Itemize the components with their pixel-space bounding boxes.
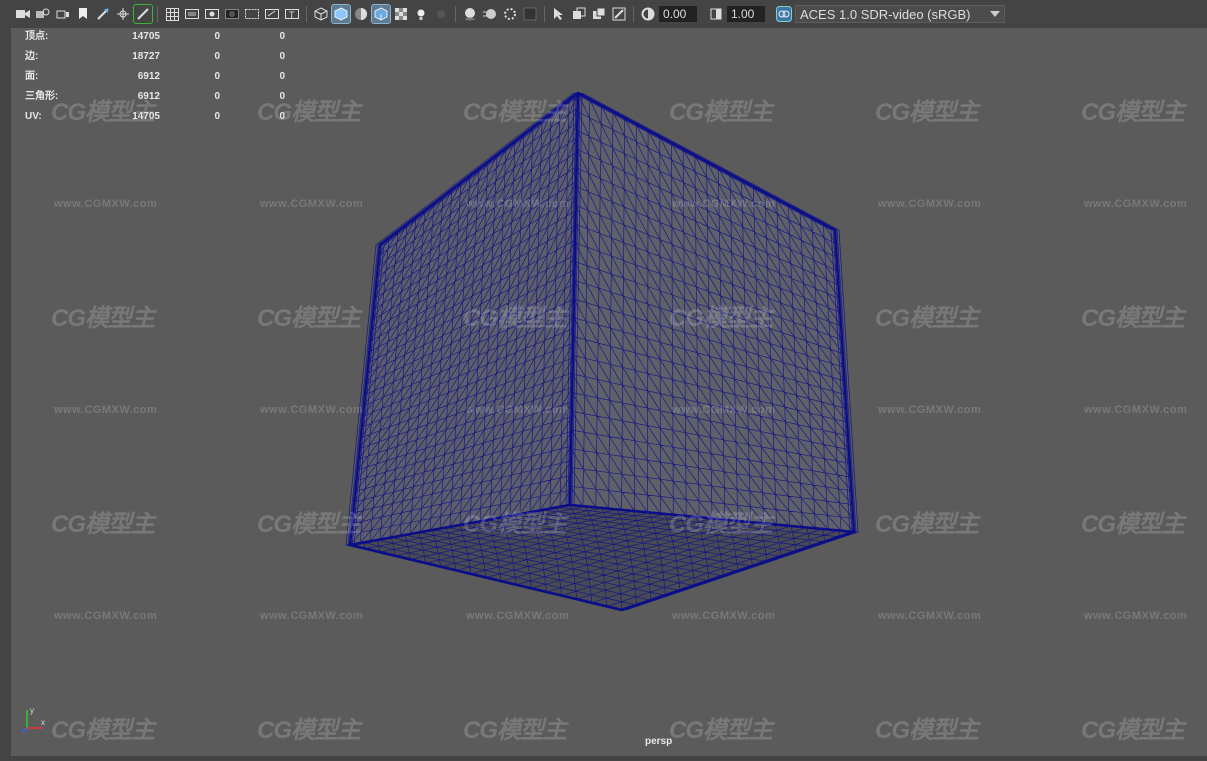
axis-y-label: y	[30, 706, 34, 715]
hud-row: 边: 18727 0 0	[25, 50, 295, 70]
xray-joints-icon[interactable]	[590, 5, 608, 23]
hud-value-total: 6912	[137, 71, 160, 82]
textured-icon[interactable]	[392, 5, 410, 23]
hud-value-selected: 0	[214, 71, 220, 82]
hud-row: 三角形: 6912 0 0	[25, 90, 295, 110]
camera-name-label: persp	[645, 736, 673, 747]
use-all-lights-icon[interactable]	[412, 5, 430, 23]
color-management-icon[interactable]	[775, 5, 793, 23]
hud-value-extra: 0	[279, 91, 285, 102]
default-material-icon[interactable]	[352, 5, 370, 23]
xray-brush-icon[interactable]	[133, 4, 153, 24]
gamma-field[interactable]: 1.00	[727, 6, 765, 22]
anti-aliasing-icon[interactable]	[501, 5, 519, 23]
bookmark-icon[interactable]	[54, 5, 72, 23]
color-space-dropdown[interactable]: ACES 1.0 SDR-video (sRGB)	[795, 5, 1005, 23]
cube-face-left[interactable]	[348, 91, 580, 547]
grid-icon[interactable]	[163, 5, 181, 23]
exposure-field[interactable]: 0.00	[659, 6, 697, 22]
hud-value-total: 14705	[132, 31, 160, 42]
camera-icon[interactable]	[14, 5, 32, 23]
toolbar-separator	[157, 6, 158, 22]
hud-label: 三角形:	[25, 91, 59, 102]
toolbar-separator	[306, 6, 307, 22]
xray-icon[interactable]	[570, 5, 588, 23]
toolbar-separator	[455, 6, 456, 22]
toolbar-separator	[544, 6, 545, 22]
smooth-shade-icon[interactable]	[331, 4, 351, 24]
field-chart-icon[interactable]	[243, 5, 261, 23]
hud-value-total: 6912	[137, 91, 160, 102]
hud-label: 面:	[25, 71, 39, 82]
cube-face-right[interactable]	[568, 91, 856, 534]
isolate-select-icon[interactable]	[550, 5, 568, 23]
gamma-icon[interactable]	[707, 5, 725, 23]
hud-value-selected: 0	[214, 111, 220, 122]
motion-blur-icon[interactable]	[481, 5, 499, 23]
image-plane-icon[interactable]	[74, 5, 92, 23]
hud-label: 边:	[25, 51, 39, 62]
depth-of-field-icon[interactable]	[521, 5, 539, 23]
hud-value-selected: 0	[214, 51, 220, 62]
gate-mask-icon[interactable]	[223, 5, 241, 23]
view-axis-indicator: y x	[19, 704, 49, 739]
grease-pencil-icon[interactable]	[114, 5, 132, 23]
hud-label: 顶点:	[25, 31, 49, 42]
safe-action-icon[interactable]	[263, 5, 281, 23]
hud-label: UV:	[25, 111, 42, 122]
maya-viewport-panel: T 0.00 1.00 ACES 1.0 SDR-video (sRGB) CG…	[0, 0, 1207, 761]
hud-value-selected: 0	[214, 31, 220, 42]
hud-row: UV: 14705 0 0	[25, 110, 295, 130]
panel-left-border	[0, 28, 11, 761]
resolution-gate-icon[interactable]	[203, 5, 221, 23]
color-space-value: ACES 1.0 SDR-video (sRGB)	[800, 6, 971, 22]
chevron-down-icon[interactable]	[990, 11, 1000, 17]
poly-count-hud: 顶点: 14705 0 0 边: 18727 0 0 面: 6912 0 0 三角形: 6912 0 0 UV:…	[25, 30, 295, 130]
viewport-toolbar: T 0.00 1.00 ACES 1.0 SDR-video (sRGB)	[0, 0, 1207, 28]
hud-value-total: 18727	[132, 51, 160, 62]
wireframe-cube-mesh[interactable]	[11, 28, 1207, 756]
hud-value-extra: 0	[279, 51, 285, 62]
2d-pan-zoom-icon[interactable]	[94, 5, 112, 23]
shadows-icon[interactable]	[432, 5, 450, 23]
camera-attributes-icon[interactable]	[34, 5, 52, 23]
exposure-icon[interactable]	[639, 5, 657, 23]
hud-value-extra: 0	[279, 31, 285, 42]
svg-text:T: T	[289, 10, 295, 20]
3d-viewport[interactable]: CG模型主 CG模型主 CG模型主 CG模型主 CG模型主 CG模型主 CG模型主 CG模型主…	[11, 28, 1207, 756]
backface-culling-icon[interactable]	[610, 5, 628, 23]
panel-bottom-border	[0, 756, 1207, 761]
toolbar-separator	[633, 6, 634, 22]
hud-row: 面: 6912 0 0	[25, 70, 295, 90]
axis-x-label: x	[41, 718, 45, 727]
film-gate-icon[interactable]	[183, 5, 201, 23]
hud-row: 顶点: 14705 0 0	[25, 30, 295, 50]
screen-space-ao-icon[interactable]	[461, 5, 479, 23]
shaded-wireframe-icon[interactable]	[371, 4, 391, 24]
hud-value-extra: 0	[279, 111, 285, 122]
safe-title-icon[interactable]: T	[283, 5, 301, 23]
wireframe-icon[interactable]	[312, 5, 330, 23]
hud-value-extra: 0	[279, 71, 285, 82]
hud-value-total: 14705	[132, 111, 160, 122]
hud-value-selected: 0	[214, 91, 220, 102]
